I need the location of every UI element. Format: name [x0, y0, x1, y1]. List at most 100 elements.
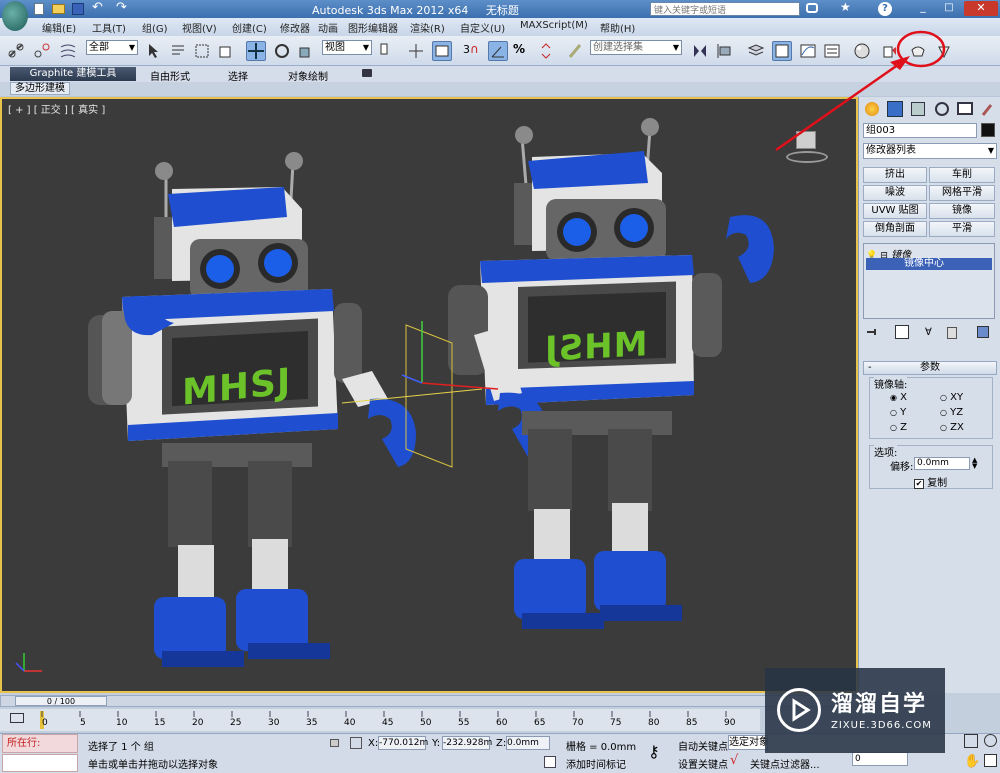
ref-coord-dropdown[interactable]: 视图 ▼ [322, 40, 372, 55]
scale-icon[interactable] [296, 41, 316, 61]
axis-xy-radio[interactable]: ○ XY [940, 392, 963, 403]
modifier-button-lathe[interactable]: 车削 [929, 167, 995, 183]
edit-named-selection-icon[interactable] [566, 41, 586, 61]
object-color-swatch[interactable] [981, 123, 995, 137]
modifier-button-extrude[interactable]: 挤出 [863, 167, 927, 183]
maxscript-listener[interactable]: 所在行: [2, 734, 78, 753]
auto-key-button[interactable]: 自动关键点 [678, 738, 728, 753]
hierarchy-tab-icon[interactable] [911, 102, 925, 116]
help-icon[interactable]: ? [878, 2, 892, 16]
axis-z-radio[interactable]: ○ Z [890, 422, 907, 433]
menu-maxscript[interactable]: MAXScript(M) [520, 20, 588, 31]
perspective-viewport[interactable]: [ + ] [ 正交 ] [ 真实 ] MHSJ MHSJ [0, 97, 858, 693]
menu-views[interactable]: 视图(V) [182, 20, 217, 35]
modifier-button-uvw-map[interactable]: UVW 贴图 [863, 203, 927, 219]
track-bar[interactable]: 0 5 10 15 20 25 30 35 40 45 50 55 60 65 … [0, 709, 760, 731]
maximize-viewport-icon[interactable] [984, 754, 997, 767]
snap-toggle-icon[interactable]: 3∩ [462, 41, 482, 61]
menu-customize[interactable]: 自定义(U) [460, 20, 505, 35]
modifier-button-noise[interactable]: 噪波 [863, 185, 927, 201]
tab-selection[interactable]: 选择 [228, 68, 248, 83]
menu-group[interactable]: 组(G) [142, 20, 168, 35]
tab-polygon-modeling[interactable]: 多边形建模 [10, 82, 70, 95]
utilities-tab-icon[interactable] [981, 101, 995, 117]
x-coord-field[interactable]: -770.012m [378, 736, 428, 750]
curve-editor-icon[interactable] [798, 41, 818, 61]
lock-selection-icon[interactable] [330, 739, 339, 747]
modifier-button-bevel-profile[interactable]: 倒角剖面 [863, 221, 927, 237]
pan-icon[interactable]: ✋ [964, 754, 980, 769]
tab-object-paint[interactable]: 对象绘制 [288, 68, 328, 83]
axis-y-radio[interactable]: ○ Y [890, 407, 906, 418]
redo-icon[interactable]: ↷ [116, 0, 127, 15]
robot-left[interactable] [88, 152, 416, 667]
spinner-snap-icon[interactable] [536, 41, 556, 61]
object-name-field[interactable]: 组003 [863, 123, 977, 138]
schematic-view-icon[interactable] [822, 41, 842, 61]
menu-edit[interactable]: 编辑(E) [42, 20, 76, 35]
modifier-list-dropdown[interactable]: 修改器列表 ▼ [863, 143, 997, 159]
modify-tab-icon[interactable] [887, 101, 903, 117]
pivot-center-icon[interactable] [376, 41, 396, 61]
tab-graphite-modeling[interactable]: Graphite 建模工具 [10, 67, 136, 81]
zoom-extents-icon[interactable] [964, 734, 978, 748]
rendered-frame-window-icon[interactable] [908, 41, 928, 61]
selection-filter-dropdown[interactable]: 全部 ▼ [86, 40, 138, 55]
move-icon[interactable] [246, 41, 266, 61]
modifier-button-mirror[interactable]: 镜像 [929, 203, 995, 219]
make-unique-icon[interactable]: ∀ [925, 327, 932, 338]
rect-selection-icon[interactable] [192, 41, 212, 61]
copy-checkbox[interactable]: ✔ 复制 [914, 474, 947, 489]
render-setup-icon[interactable] [880, 41, 900, 61]
mirror-icon[interactable] [690, 41, 710, 61]
layer-manager-icon[interactable] [746, 41, 766, 61]
render-production-icon[interactable] [934, 41, 954, 61]
time-slider-thumb[interactable]: 0 / 100 [15, 696, 107, 706]
axis-yz-radio[interactable]: ○ YZ [940, 407, 963, 418]
undo-icon[interactable]: ↶ [92, 0, 103, 15]
link-icon[interactable] [6, 41, 26, 61]
angle-snap-icon[interactable] [488, 41, 508, 61]
key-mode-dropdown[interactable]: 选定对象 [728, 735, 768, 750]
select-object-icon[interactable] [144, 41, 164, 61]
tab-freeform[interactable]: 自由形式 [150, 68, 190, 83]
graphite-toggle-icon[interactable] [772, 41, 792, 61]
select-by-name-icon[interactable] [168, 41, 188, 61]
create-tab-icon[interactable] [865, 102, 879, 116]
show-end-result-icon[interactable] [895, 325, 909, 339]
offset-spinner[interactable]: 0.0mm [914, 457, 970, 470]
material-editor-icon[interactable] [852, 41, 872, 61]
menu-tools[interactable]: 工具(T) [92, 20, 126, 35]
stack-item-mirror[interactable]: 💡 ⊟ 镜像 [866, 246, 992, 261]
configure-sets-icon[interactable] [977, 326, 989, 338]
open-file-icon[interactable] [52, 4, 65, 14]
named-selection-dropdown[interactable]: 创建选择集 ▼ [590, 40, 682, 55]
menu-animation[interactable]: 动画 [318, 20, 338, 35]
binoculars-icon[interactable] [806, 3, 818, 13]
modifier-button-smooth[interactable]: 平滑 [929, 221, 995, 237]
keyboard-shortcut-icon[interactable] [432, 41, 452, 61]
add-time-tag[interactable]: 添加时间标记 [566, 756, 626, 771]
key-icon[interactable]: ⚷ [648, 742, 660, 761]
new-file-icon[interactable] [34, 3, 44, 15]
menu-create[interactable]: 创建(C) [232, 20, 267, 35]
window-crossing-icon[interactable] [216, 41, 236, 61]
time-slider[interactable]: 0 / 100 [0, 695, 858, 707]
close-button[interactable]: ✕ [964, 1, 998, 16]
save-file-icon[interactable] [72, 3, 84, 15]
menu-graph-editors[interactable]: 图形编辑器 [348, 20, 398, 35]
axis-x-radio[interactable]: ◉ X [890, 392, 907, 403]
rotate-icon[interactable] [272, 41, 292, 61]
app-logo-icon[interactable] [2, 1, 28, 31]
remove-modifier-icon[interactable] [947, 327, 957, 339]
minimize-button[interactable]: _ [912, 1, 934, 16]
z-coord-field[interactable]: 0.0mm [506, 736, 550, 750]
search-box[interactable]: 键入关键字或短语 [650, 2, 800, 16]
y-coord-field[interactable]: -232.928m [442, 736, 492, 750]
axis-zx-radio[interactable]: ○ ZX [940, 422, 964, 433]
maximize-button[interactable]: □ [938, 2, 960, 16]
robot-right[interactable] [448, 118, 774, 629]
ribbon-options-icon[interactable] [362, 69, 372, 77]
orbit-icon[interactable] [984, 734, 997, 747]
frame-field[interactable]: 0 [852, 752, 908, 766]
